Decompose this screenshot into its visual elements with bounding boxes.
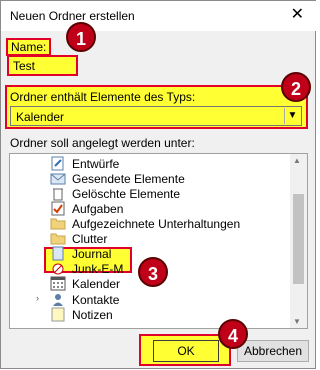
folder-icon (50, 216, 66, 231)
scroll-up-icon[interactable]: ▲ (293, 156, 301, 165)
folder-type-value: Kalender (16, 110, 65, 124)
name-input[interactable] (7, 55, 78, 76)
sent-icon (50, 171, 66, 186)
chevron-right-icon[interactable]: › (36, 293, 39, 303)
tree-item-label: Aufgezeichnete Unterhaltungen (72, 217, 241, 231)
tree-item-geloeschte[interactable]: Gelöschte Elemente (10, 186, 280, 201)
folder-type-label: Ordner enthält Elemente des Typs: (10, 90, 196, 104)
annotation-badge-4: 4 (218, 319, 248, 349)
tree-item-clutter[interactable]: Clutter (10, 231, 280, 246)
name-label: Name: (5, 38, 52, 56)
close-icon[interactable]: ✕ (291, 6, 304, 24)
folder-type-group: Ordner enthält Elemente des Typs: Kalend… (5, 85, 308, 129)
tree-item-entwuerfe[interactable]: Entwürfe (10, 156, 280, 171)
tree-item-aufgezeichnete[interactable]: Aufgezeichnete Unterhaltungen (10, 216, 280, 231)
folder-tree[interactable]: Entwürfe Gesendete Elemente Gelöschte El… (9, 153, 308, 329)
scroll-down-icon[interactable]: ▼ (293, 317, 301, 326)
calendar-icon (50, 276, 66, 291)
tree-item-label: Aufgaben (72, 202, 124, 216)
tree-item-label: Journal (72, 247, 112, 261)
tree-item-label: Junk-E-M (72, 262, 124, 276)
new-folder-dialog: Neuen Ordner erstellen ✕ Name: Ordner en… (0, 0, 316, 369)
tree-item-label: Notizen (72, 308, 113, 322)
notes-icon (50, 307, 66, 322)
contacts-icon (50, 292, 66, 307)
tree-scrollbar[interactable]: ▲ ▼ (290, 154, 307, 328)
tree-item-gesendete[interactable]: Gesendete Elemente (10, 171, 280, 186)
chevron-down-icon[interactable]: ▼ (284, 108, 300, 124)
tree-item-label: Gelöschte Elemente (72, 187, 181, 201)
folder-icon (50, 231, 66, 246)
journal-icon (50, 246, 66, 261)
scroll-thumb[interactable] (293, 194, 304, 284)
trash-icon (50, 186, 66, 201)
tree-item-aufgaben[interactable]: Aufgaben (10, 201, 280, 216)
tree-item-label: Gesendete Elemente (72, 172, 185, 186)
tasks-icon (50, 201, 66, 216)
location-label: Ordner soll angelegt werden unter: (10, 136, 195, 150)
tree-item-label: Entwürfe (72, 157, 120, 171)
ok-button[interactable]: OK (153, 340, 219, 362)
junk-icon (50, 261, 66, 276)
annotation-badge-2: 2 (281, 72, 311, 102)
title-bar: Neuen Ordner erstellen ✕ (1, 1, 316, 31)
annotation-badge-3: 3 (138, 257, 168, 287)
dialog-title: Neuen Ordner erstellen (10, 9, 135, 23)
annotation-badge-1: 1 (66, 22, 96, 52)
tree-item-label: Clutter (72, 232, 108, 246)
tree-item-label: Kontakte (72, 293, 120, 307)
drafts-icon (50, 156, 66, 171)
cancel-button[interactable]: Abbrechen (237, 340, 309, 362)
tree-item-kontakte[interactable]: › Kontakte (10, 292, 280, 307)
folder-type-select[interactable]: Kalender ▼ (10, 106, 302, 126)
tree-item-label: Kalender (72, 277, 121, 291)
